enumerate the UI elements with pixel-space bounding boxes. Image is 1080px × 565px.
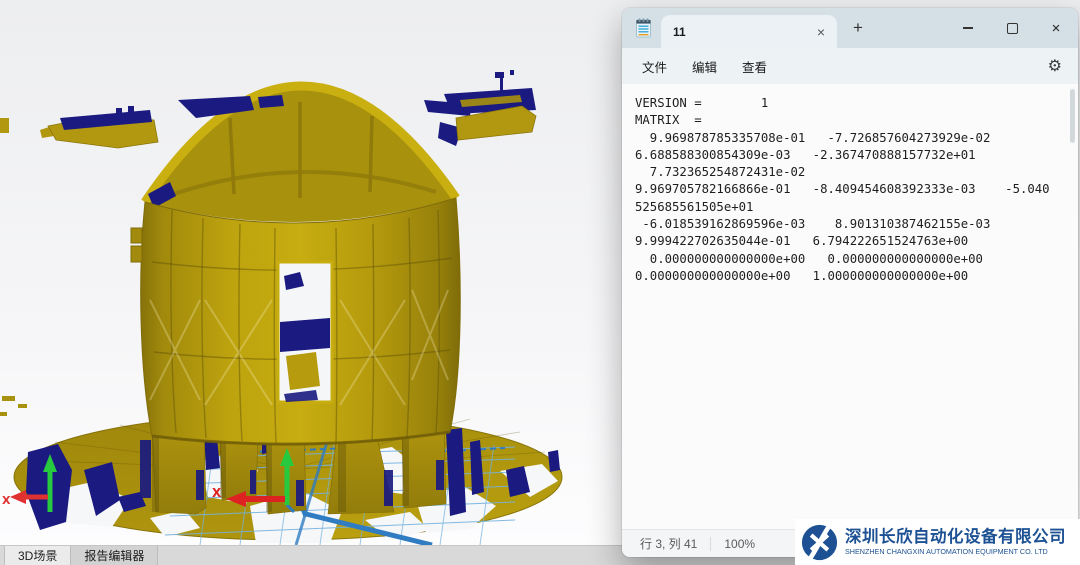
model-body bbox=[0, 70, 536, 444]
3d-scene-canvas[interactable]: X X bbox=[0, 0, 620, 545]
menu-file[interactable]: 文件 bbox=[632, 52, 677, 81]
model-left-wing bbox=[40, 106, 158, 148]
notepad-titlebar[interactable]: 11 × + × bbox=[622, 8, 1078, 48]
minimize-button[interactable] bbox=[946, 8, 990, 48]
company-logo-icon bbox=[801, 524, 838, 561]
menu-edit[interactable]: 编辑 bbox=[682, 52, 727, 81]
window-controls: × bbox=[946, 8, 1078, 48]
scrollbar-thumb[interactable] bbox=[1070, 89, 1075, 143]
text-line: MATRIX = bbox=[635, 112, 1062, 129]
settings-gear-icon[interactable]: ⚙ bbox=[1048, 56, 1062, 76]
tab-report-editor[interactable]: 报告编辑器 bbox=[71, 546, 158, 565]
scrollbar[interactable] bbox=[1067, 86, 1076, 527]
text-line: 6.688588300854309e-03 -2.367470888157732… bbox=[635, 147, 1062, 164]
app-window: X X 3D场景 报告编辑器 bbox=[0, 0, 1080, 565]
minimize-icon bbox=[963, 27, 973, 28]
notepad-menubar: 文件 编辑 查看 ⚙ bbox=[622, 48, 1078, 84]
tab-close-button[interactable]: × bbox=[817, 24, 825, 40]
company-watermark: 深圳长欣自动化设备有限公司 SHENZHEN CHANGXIN AUTOMATI… bbox=[795, 519, 1080, 565]
text-line: 9.969878785335708e-01 -7.726857604273929… bbox=[635, 130, 1062, 147]
notepad-window: 11 × + × 文件 编辑 查看 ⚙ VERSION = 1 MA bbox=[622, 8, 1078, 557]
axis-x-label: X bbox=[212, 486, 222, 500]
text-line: 7.732365254872431e-02 bbox=[635, 164, 1062, 181]
axis-x-label: X bbox=[2, 494, 11, 507]
notepad-icon bbox=[635, 18, 652, 38]
text-line: 0.000000000000000e+00 1.000000000000000e… bbox=[635, 268, 1062, 285]
zoom-level: 100% bbox=[724, 537, 755, 551]
text-line: VERSION = 1 bbox=[635, 95, 1062, 112]
model-window-opening bbox=[278, 262, 332, 402]
notepad-tab[interactable]: 11 × bbox=[661, 15, 837, 48]
text-line: -6.018539162869596e-03 8.901310387462155… bbox=[635, 216, 1062, 233]
text-line: 525685561505e+01 bbox=[635, 199, 1062, 216]
new-tab-button[interactable]: + bbox=[853, 18, 863, 38]
statusbar-divider bbox=[710, 537, 711, 551]
text-line: 9.969705782166866e-01 -8.409454608392333… bbox=[635, 181, 1062, 198]
maximize-button[interactable] bbox=[990, 8, 1034, 48]
notepad-tab-title: 11 bbox=[673, 25, 686, 39]
text-line: 0.000000000000000e+00 0.000000000000000e… bbox=[635, 251, 1062, 268]
text-line: 9.999422702635044e-01 6.794222651524763e… bbox=[635, 233, 1062, 250]
maximize-icon bbox=[1007, 23, 1018, 34]
model-right-wing bbox=[444, 70, 536, 140]
close-button[interactable]: × bbox=[1034, 8, 1078, 48]
text-editor-area[interactable]: VERSION = 1 MATRIX = 9.969878785335708e-… bbox=[622, 84, 1078, 529]
cursor-position: 行 3, 列 41 bbox=[640, 535, 697, 552]
company-name-cn: 深圳长欣自动化设备有限公司 bbox=[845, 529, 1066, 546]
tab-3d-scene[interactable]: 3D场景 bbox=[4, 546, 71, 565]
company-name-block: 深圳长欣自动化设备有限公司 SHENZHEN CHANGXIN AUTOMATI… bbox=[845, 529, 1066, 555]
menu-view[interactable]: 查看 bbox=[732, 52, 777, 81]
company-name-en: SHENZHEN CHANGXIN AUTOMATION EQUIPMENT C… bbox=[845, 548, 1066, 555]
